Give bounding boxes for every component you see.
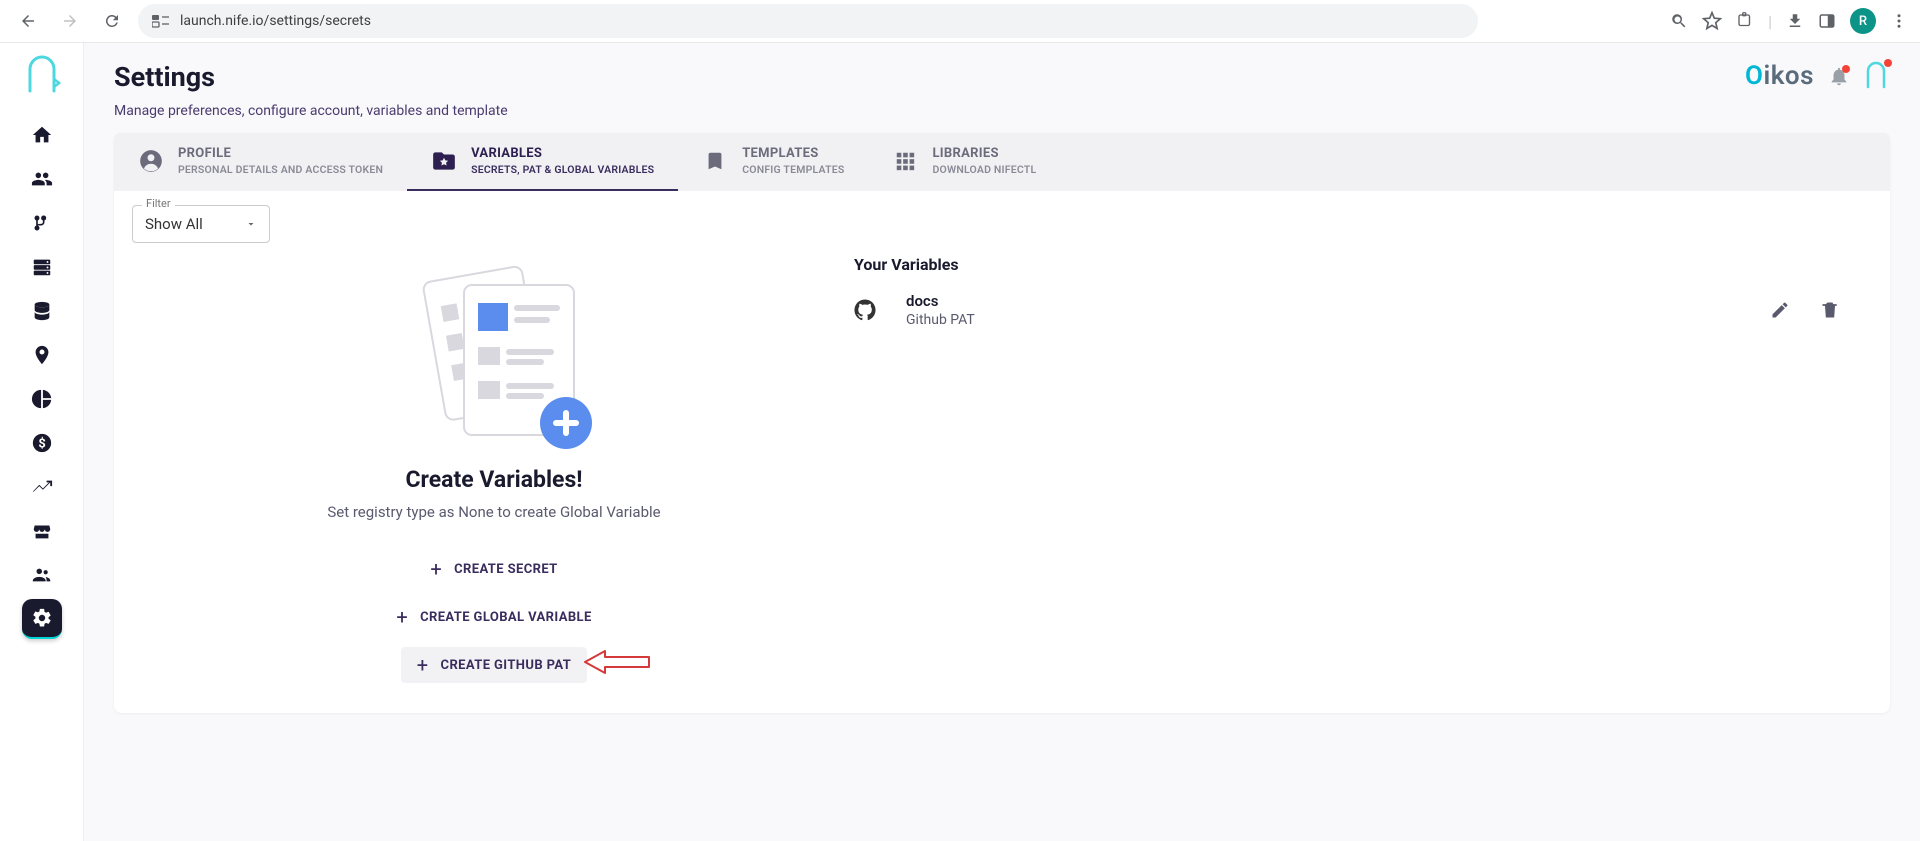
address-bar[interactable]: launch.nife.io/settings/secrets [138,4,1478,38]
users-icon [31,168,53,190]
page-title: Settings [114,61,508,93]
delete-variable-button[interactable] [1820,300,1840,320]
notifications-icon[interactable] [1828,65,1850,87]
home-icon [31,124,53,146]
annotation-arrow-icon [581,647,651,677]
sidebar-branch[interactable] [22,203,62,243]
tab-libraries[interactable]: LIBRARIESDOWNLOAD NIFECTL [868,133,1060,191]
zoom-icon[interactable] [1670,12,1688,30]
settings-card: PROFILEPERSONAL DETAILS AND ACCESS TOKEN… [114,133,1890,713]
menu-dots-icon[interactable] [1890,12,1908,30]
create-github-pat-button[interactable]: + CREATE GITHUB PAT [401,647,587,683]
filter-select[interactable]: Show All [132,205,270,243]
pie-icon [31,388,53,410]
tab-profile[interactable]: PROFILEPERSONAL DETAILS AND ACCESS TOKEN [114,133,407,191]
sidebar-users[interactable] [22,159,62,199]
filter-field: Filter Show All [132,205,270,243]
grid-icon [892,148,918,174]
chevron-down-icon [245,218,257,230]
sidebar-servers[interactable] [22,247,62,287]
tabs-bar: PROFILEPERSONAL DETAILS AND ACCESS TOKEN… [114,133,1890,191]
database-icon [31,300,53,322]
back-button[interactable] [12,5,44,37]
panel-icon[interactable] [1818,12,1836,30]
folder-star-icon [431,148,457,174]
arrow-right-icon [61,12,79,30]
user-circle-icon [138,148,164,174]
url-text: launch.nife.io/settings/secrets [180,13,371,29]
tab-variables[interactable]: VARIABLESSECRETS, PAT & GLOBAL VARIABLES [407,133,678,191]
main-content: Settings Manage preferences, configure a… [84,43,1920,841]
sidebar-settings[interactable] [22,599,62,639]
variables-panel: Your Variables docs Github PAT [854,251,1870,683]
mini-logo-icon[interactable] [1864,61,1890,91]
dollar-icon: $ [31,432,53,454]
trend-icon [31,476,53,498]
star-icon[interactable] [1702,11,1722,31]
variables-heading: Your Variables [854,255,1870,274]
plus-icon: + [430,559,442,579]
create-subheading: Set registry type as None to create Glob… [327,503,660,521]
create-secret-button[interactable]: + CREATE SECRET [414,551,573,587]
extensions-icon[interactable] [1736,12,1754,30]
sidebar-home[interactable] [22,115,62,155]
sidebar-analytics[interactable] [22,467,62,507]
gear-icon [31,607,53,629]
edit-variable-button[interactable] [1770,300,1790,320]
sidebar-location[interactable] [22,335,62,375]
sidebar-pie[interactable] [22,379,62,419]
forward-button[interactable] [54,5,86,37]
servers-icon [31,256,53,278]
profile-avatar[interactable]: R [1850,8,1876,34]
tab-templates[interactable]: TEMPLATESCONFIG TEMPLATES [678,133,868,191]
sidebar-billing[interactable]: $ [22,423,62,463]
sidebar: $ [0,43,84,841]
create-panel: Create Variables! Set registry type as N… [134,251,854,683]
pencil-icon [1770,300,1790,320]
variable-type: Github PAT [906,312,1740,328]
store-icon [31,520,53,542]
create-heading: Create Variables! [405,466,582,493]
filter-label: Filter [142,197,175,210]
site-settings-icon [152,14,170,28]
variable-row: docs Github PAT [854,292,1870,328]
github-icon [854,299,876,321]
reload-button[interactable] [96,5,128,37]
pin-icon [31,344,53,366]
team-icon [31,564,53,586]
sidebar-store[interactable] [22,511,62,551]
browser-actions: | R [1670,8,1908,34]
bookmark-icon [702,148,728,174]
create-global-variable-button[interactable]: + CREATE GLOBAL VARIABLE [380,599,607,635]
plus-icon: + [417,655,429,675]
browser-toolbar: launch.nife.io/settings/secrets | R [0,0,1920,43]
brand-label: Oikos [1745,61,1814,91]
trash-icon [1820,300,1840,320]
variable-name: docs [906,292,1740,310]
reload-icon [103,12,121,30]
sidebar-team[interactable] [22,555,62,595]
page-subtitle: Manage preferences, configure account, v… [114,103,508,119]
sidebar-database[interactable] [22,291,62,331]
branch-icon [32,213,52,233]
svg-text:$: $ [38,437,45,452]
download-icon[interactable] [1786,12,1804,30]
app-logo[interactable] [18,53,66,101]
arrow-left-icon [19,12,37,30]
create-illustration [394,255,594,450]
plus-icon: + [396,607,408,627]
